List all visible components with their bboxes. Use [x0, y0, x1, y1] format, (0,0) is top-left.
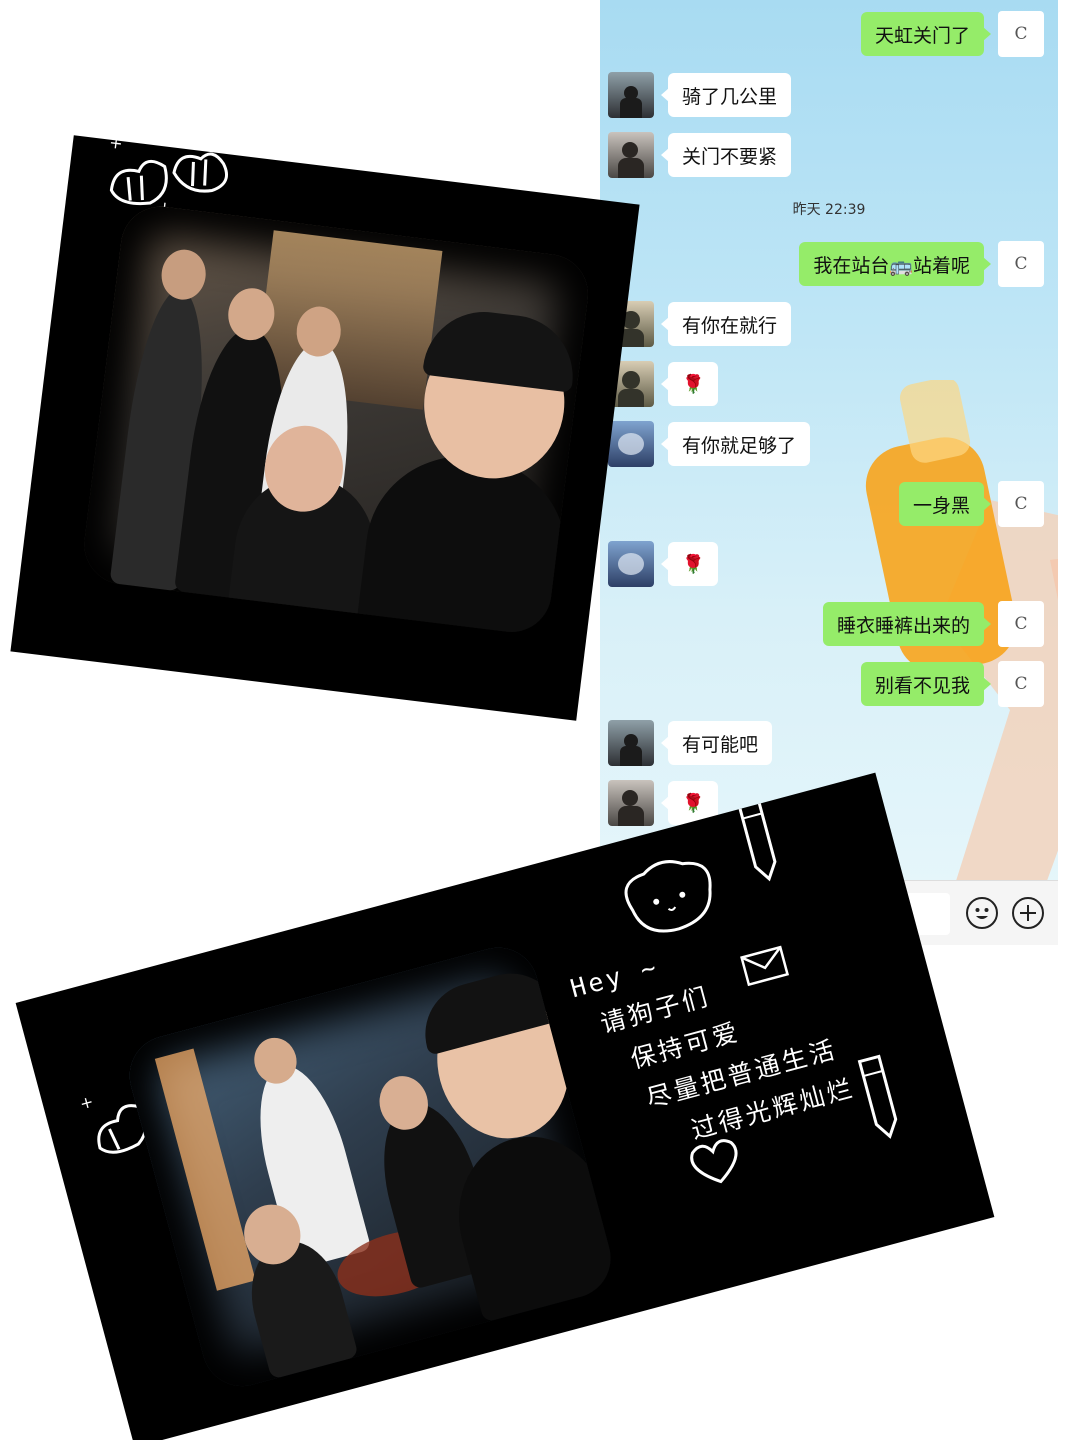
- avatar[interactable]: C: [998, 601, 1044, 647]
- avatar[interactable]: [608, 541, 654, 587]
- message-bubble[interactable]: 天虹关门了: [860, 12, 992, 56]
- message-bubble[interactable]: 睡衣睡裤出来的: [822, 602, 992, 646]
- message-row: 一身黑 C: [898, 480, 1044, 528]
- avatar[interactable]: C: [998, 661, 1044, 707]
- rose-emoji-bubble[interactable]: 🌹: [660, 542, 719, 586]
- svg-text:+: +: [108, 135, 124, 153]
- avatar[interactable]: C: [998, 11, 1044, 57]
- message-row: 睡衣睡裤出来的 C: [822, 600, 1044, 648]
- message-row: 有你在就行: [608, 300, 792, 348]
- svg-text:+: +: [78, 1092, 96, 1114]
- avatar[interactable]: [608, 72, 654, 118]
- message-row: 有可能吧: [608, 719, 773, 767]
- message-row: 天虹关门了 C: [860, 10, 1044, 58]
- chat-message-list: 天虹关门了 C 骑了几公里 关门不要紧 昨天 22:39 我在站台🚌站着呢 C: [600, 0, 1058, 880]
- avatar[interactable]: C: [998, 241, 1044, 287]
- message-row: 🌹: [608, 540, 719, 588]
- message-bubble[interactable]: 有可能吧: [660, 721, 773, 765]
- group-photo-card-bottom: + + Hey ~ 请狗子们 保持可爱 尽量把普通生活: [15, 772, 995, 1440]
- group-photo: [120, 938, 620, 1396]
- smile-icon[interactable]: [966, 897, 998, 929]
- message-row: 骑了几公里: [608, 71, 792, 119]
- message-timestamp: 昨天 22:39: [792, 202, 866, 218]
- avatar[interactable]: [608, 780, 654, 826]
- message-bubble[interactable]: 有你在就行: [660, 302, 792, 346]
- message-bubble[interactable]: 别看不见我: [860, 662, 992, 706]
- message-row: 我在站台🚌站着呢 C: [799, 240, 1044, 288]
- plus-icon[interactable]: [1012, 897, 1044, 929]
- message-row: 关门不要紧: [608, 131, 792, 179]
- message-bubble[interactable]: 一身黑: [898, 482, 992, 526]
- rose-emoji-bubble[interactable]: 🌹: [660, 362, 719, 406]
- avatar[interactable]: [608, 132, 654, 178]
- avatar[interactable]: [608, 421, 654, 467]
- avatar[interactable]: C: [998, 481, 1044, 527]
- message-bubble[interactable]: 我在站台🚌站着呢: [799, 242, 991, 286]
- group-photo-card-top: + +: [10, 135, 640, 721]
- message-row: 🌹: [608, 360, 719, 408]
- message-bubble[interactable]: 有你就足够了: [660, 422, 811, 466]
- message-bubble[interactable]: 关门不要紧: [660, 133, 792, 177]
- message-bubble[interactable]: 骑了几公里: [660, 73, 792, 117]
- envelope-icon: [740, 945, 790, 987]
- avatar[interactable]: [608, 720, 654, 766]
- message-row: 别看不见我 C: [860, 660, 1044, 708]
- puppy-doodle-icon: [624, 860, 712, 933]
- message-row: 有你就足够了: [608, 420, 811, 468]
- pencil-icon: [857, 1054, 898, 1139]
- group-photo: [79, 202, 593, 637]
